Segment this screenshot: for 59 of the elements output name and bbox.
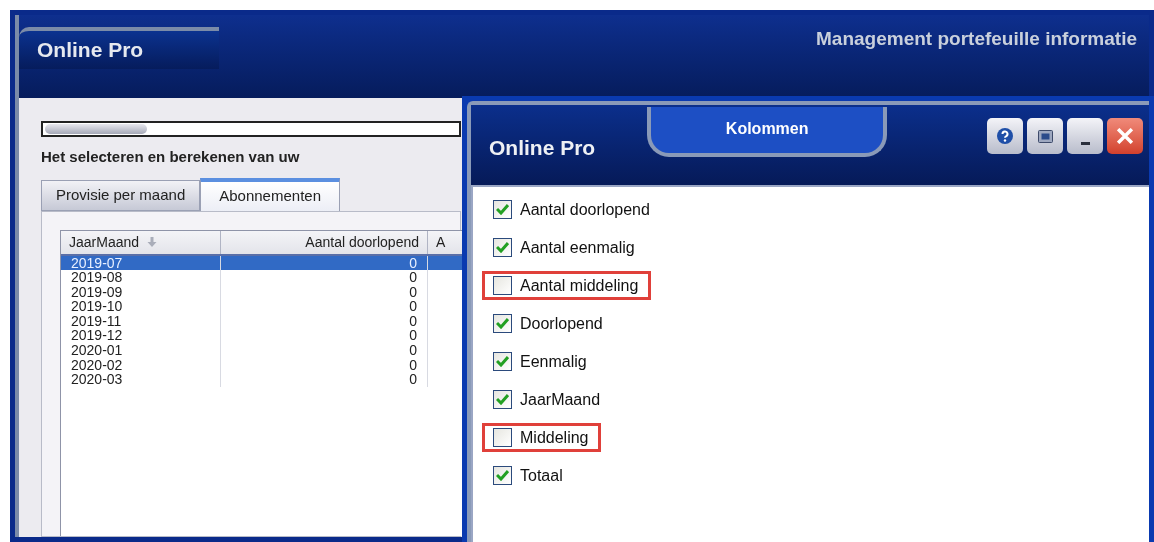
window-icon [1037,129,1053,143]
option-label: Doorlopend [520,313,603,334]
column-header[interactable]: Aantal doorlopend [221,230,428,254]
help-button[interactable] [987,118,1023,154]
option-label: Middeling [520,427,589,448]
checkbox[interactable] [493,238,512,257]
dialog-app-title: Online Pro [489,135,596,161]
checkbox[interactable] [493,352,512,371]
column-option[interactable]: Eenmalig [482,347,600,376]
column-header[interactable]: JaarMaand [61,230,221,254]
column-option[interactable]: Doorlopend [482,309,616,338]
scroll-thumb[interactable] [45,124,147,134]
option-label: Aantal doorlopend [520,199,650,220]
window-title: Online Pro [37,37,144,64]
check-icon [496,394,509,405]
check-icon [496,204,509,215]
column-option[interactable]: JaarMaand [482,385,614,414]
check-icon [496,242,509,253]
table-cell: 0 [221,343,428,358]
table-cell: 2020-01 [61,343,221,358]
screenshot-button[interactable] [1027,118,1063,154]
tab[interactable]: Provisie per maand [41,179,201,211]
column-option[interactable]: Middeling [482,423,602,452]
close-icon [1117,128,1133,144]
option-label: Totaal [520,465,563,486]
option-label: JaarMaand [520,389,601,410]
check-icon [496,318,509,329]
table-cell: 2019-08 [61,270,221,285]
intro-text: Het selecteren en berekenen van uw [41,147,300,167]
table-cell: 2019-10 [61,299,221,314]
window-subtitle: Management portefeuille informatie [816,27,1137,51]
checkbox[interactable] [493,314,512,333]
checkbox[interactable] [493,200,512,219]
table-cell: 0 [221,299,428,314]
column-option[interactable]: Aantal eenmalig [482,233,648,262]
tab[interactable]: Abonnementen [200,177,340,211]
column-option[interactable]: Aantal middeling [482,271,652,300]
column-label: JaarMaand [69,232,140,252]
check-icon [496,470,509,481]
table-cell: 0 [221,270,428,285]
checkbox[interactable] [493,276,512,295]
column-option[interactable]: Aantal doorlopend [482,195,663,224]
checkbox[interactable] [493,390,512,409]
table-cell: 0 [221,372,428,387]
column-label: A [436,232,446,252]
option-label: Aantal middeling [520,275,639,296]
checkbox[interactable] [493,428,512,447]
help-icon [997,128,1013,144]
option-label: Eenmalig [520,351,587,372]
close-button[interactable] [1107,118,1143,154]
minimize-button[interactable] [1067,118,1103,154]
column-label: Aantal doorlopend [305,232,419,252]
option-label: Aantal eenmalig [520,237,635,258]
checkbox[interactable] [493,466,512,485]
check-icon [496,356,509,367]
table-cell: 2020-03 [61,372,221,387]
dialog-title: Kolommen [725,119,809,139]
column-option[interactable]: Totaal [482,461,576,490]
minimize-icon [1080,142,1090,145]
